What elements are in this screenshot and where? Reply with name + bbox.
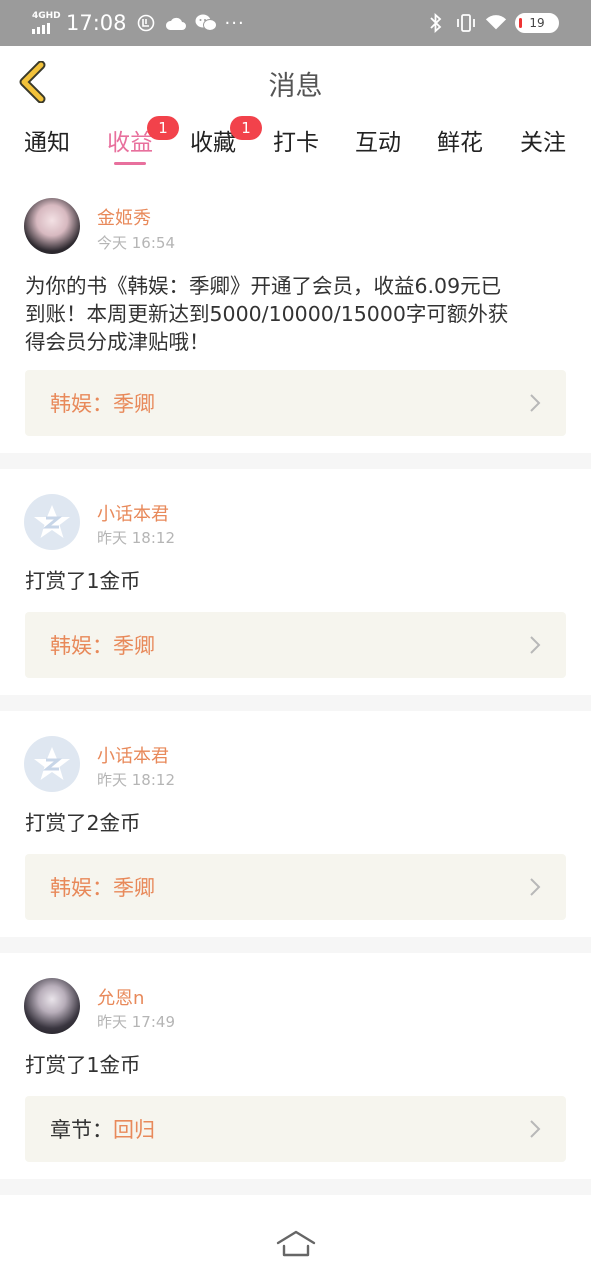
chapter-link[interactable]: 章节： 回归: [25, 1096, 566, 1162]
chapter-title: 回归: [113, 1118, 155, 1142]
book-link[interactable]: 韩娱：季卿: [25, 612, 566, 678]
message-card: 小话本君 昨天 18:12 打赏了2金币 韩娱：季卿: [0, 711, 591, 937]
tab-bar: 通知 收益 1 收藏 1 打卡 互动 鲜花 关注: [0, 116, 591, 178]
qzone-star-icon: [34, 747, 70, 780]
bottom-nav: [0, 1210, 591, 1280]
message-time: 昨天 18:12: [97, 771, 175, 789]
book-link[interactable]: 韩娱：季卿: [25, 854, 566, 920]
tab-favorites[interactable]: 收藏 1: [181, 116, 262, 170]
qzone-star-icon: [34, 505, 70, 538]
tab-label: 互动: [355, 130, 401, 156]
tab-flowers[interactable]: 鲜花: [428, 126, 492, 170]
avatar[interactable]: [24, 198, 80, 254]
message-card: 金姬秀 今天 16:54 为你的书《韩娱：季卿》开通了会员，收益6.09元已 到…: [0, 180, 591, 453]
avatar[interactable]: [24, 978, 80, 1034]
message-card: 小话本君 昨天 18:12 打赏了1金币 韩娱：季卿: [0, 469, 591, 695]
message-line: 为你的书《韩娱：季卿》开通了会员，收益6.09元已: [25, 274, 502, 298]
tab-checkin[interactable]: 打卡: [264, 126, 328, 170]
tab-follow[interactable]: 关注: [511, 126, 575, 170]
bluetooth-icon: [425, 12, 447, 34]
message-text: 打赏了1金币: [25, 1051, 570, 1079]
avatar[interactable]: [24, 494, 80, 550]
avatar[interactable]: [24, 736, 80, 792]
message-time: 今天 16:54: [97, 234, 175, 252]
message-text: 为你的书《韩娱：季卿》开通了会员，收益6.09元已 到账！本周更新达到5000/…: [25, 272, 570, 356]
message-line: 打赏了1金币: [25, 569, 141, 593]
battery-icon: 19: [515, 13, 559, 33]
message-text: 打赏了1金币: [25, 567, 570, 595]
divider: [0, 937, 591, 953]
username[interactable]: 小话本君: [97, 500, 169, 526]
divider: [0, 453, 591, 469]
tab-notice[interactable]: 通知: [15, 126, 79, 170]
battery-level: 19: [529, 16, 545, 30]
network-type-label: 4GHD: [32, 11, 61, 21]
tab-badge: 1: [230, 116, 262, 140]
status-bar: 4GHD 17:08 ··· 19: [0, 0, 591, 46]
divider: [0, 695, 591, 711]
chevron-right-icon: [530, 394, 541, 412]
title-bar: 消息: [0, 46, 591, 118]
chevron-right-icon: [530, 878, 541, 896]
tab-badge: 1: [147, 116, 179, 140]
active-tab-indicator: [114, 162, 146, 165]
tab-interaction[interactable]: 互动: [346, 126, 410, 170]
message-time: 昨天 17:49: [97, 1013, 175, 1031]
username[interactable]: 金姬秀: [97, 204, 151, 230]
chevron-right-icon: [530, 636, 541, 654]
chapter-label: 章节：: [50, 1118, 113, 1142]
book-title: 韩娱：季卿: [50, 876, 155, 900]
status-time: 17:08: [66, 11, 127, 35]
message-line: 打赏了1金币: [25, 1053, 141, 1077]
chevron-right-icon: [530, 1120, 541, 1138]
tab-earnings[interactable]: 收益 1: [98, 116, 179, 170]
username[interactable]: 小话本君: [97, 742, 169, 768]
page-title: 消息: [268, 71, 323, 102]
cellular-signal-icon: 4GHD: [32, 11, 61, 34]
book-title: 韩娱：季卿: [50, 634, 155, 658]
message-text: 打赏了2金币: [25, 809, 570, 837]
home-icon[interactable]: [275, 1228, 317, 1262]
message-time: 昨天 18:12: [97, 529, 175, 547]
more-dots-icon: ···: [224, 12, 245, 34]
message-card: 允恩n 昨天 17:49 打赏了1金币 章节： 回归: [0, 953, 591, 1179]
book-title: 韩娱：季卿: [50, 392, 155, 416]
wifi-icon: [485, 12, 507, 34]
tab-label: 鲜花: [437, 130, 483, 156]
tab-label: 打卡: [273, 130, 319, 156]
cloud-icon: [165, 12, 187, 34]
book-link[interactable]: 韩娱：季卿: [25, 370, 566, 436]
message-line: 到账！本周更新达到5000/10000/15000字可额外获: [25, 302, 509, 326]
data-saver-icon: [135, 12, 157, 34]
tab-label: 通知: [24, 130, 70, 156]
vibrate-icon: [455, 12, 477, 34]
divider: [0, 1179, 591, 1195]
message-line: 打赏了2金币: [25, 811, 141, 835]
message-line: 得会员分成津贴哦！: [25, 330, 210, 354]
wechat-icon: [195, 12, 217, 34]
tab-label: 关注: [520, 130, 566, 156]
username[interactable]: 允恩n: [97, 984, 144, 1010]
